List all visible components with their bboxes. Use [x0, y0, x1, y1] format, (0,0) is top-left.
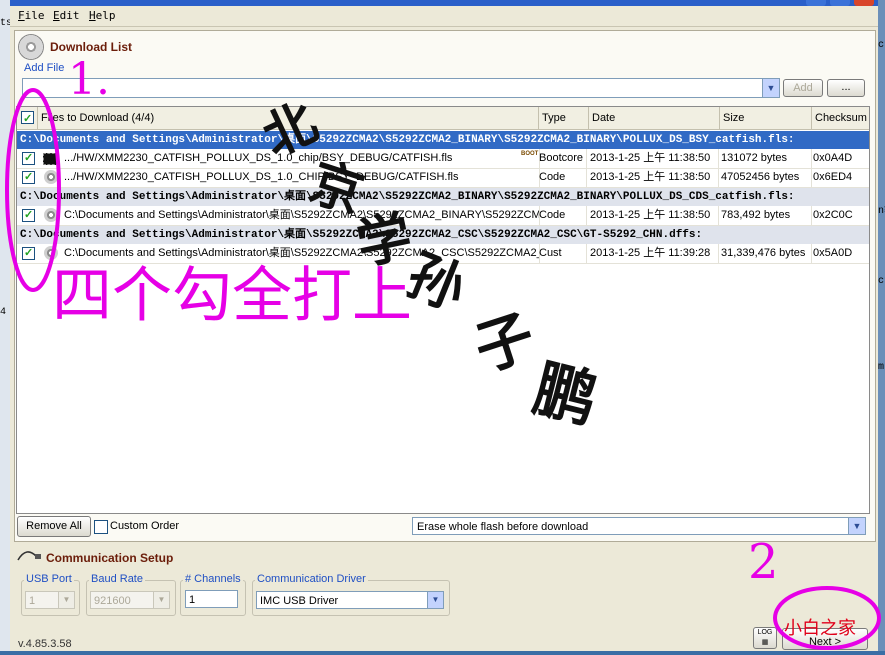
- annotation-circles: [5, 88, 881, 650]
- annotation-circle-next: [773, 586, 881, 650]
- annotation-circle-checkboxes: [5, 88, 61, 292]
